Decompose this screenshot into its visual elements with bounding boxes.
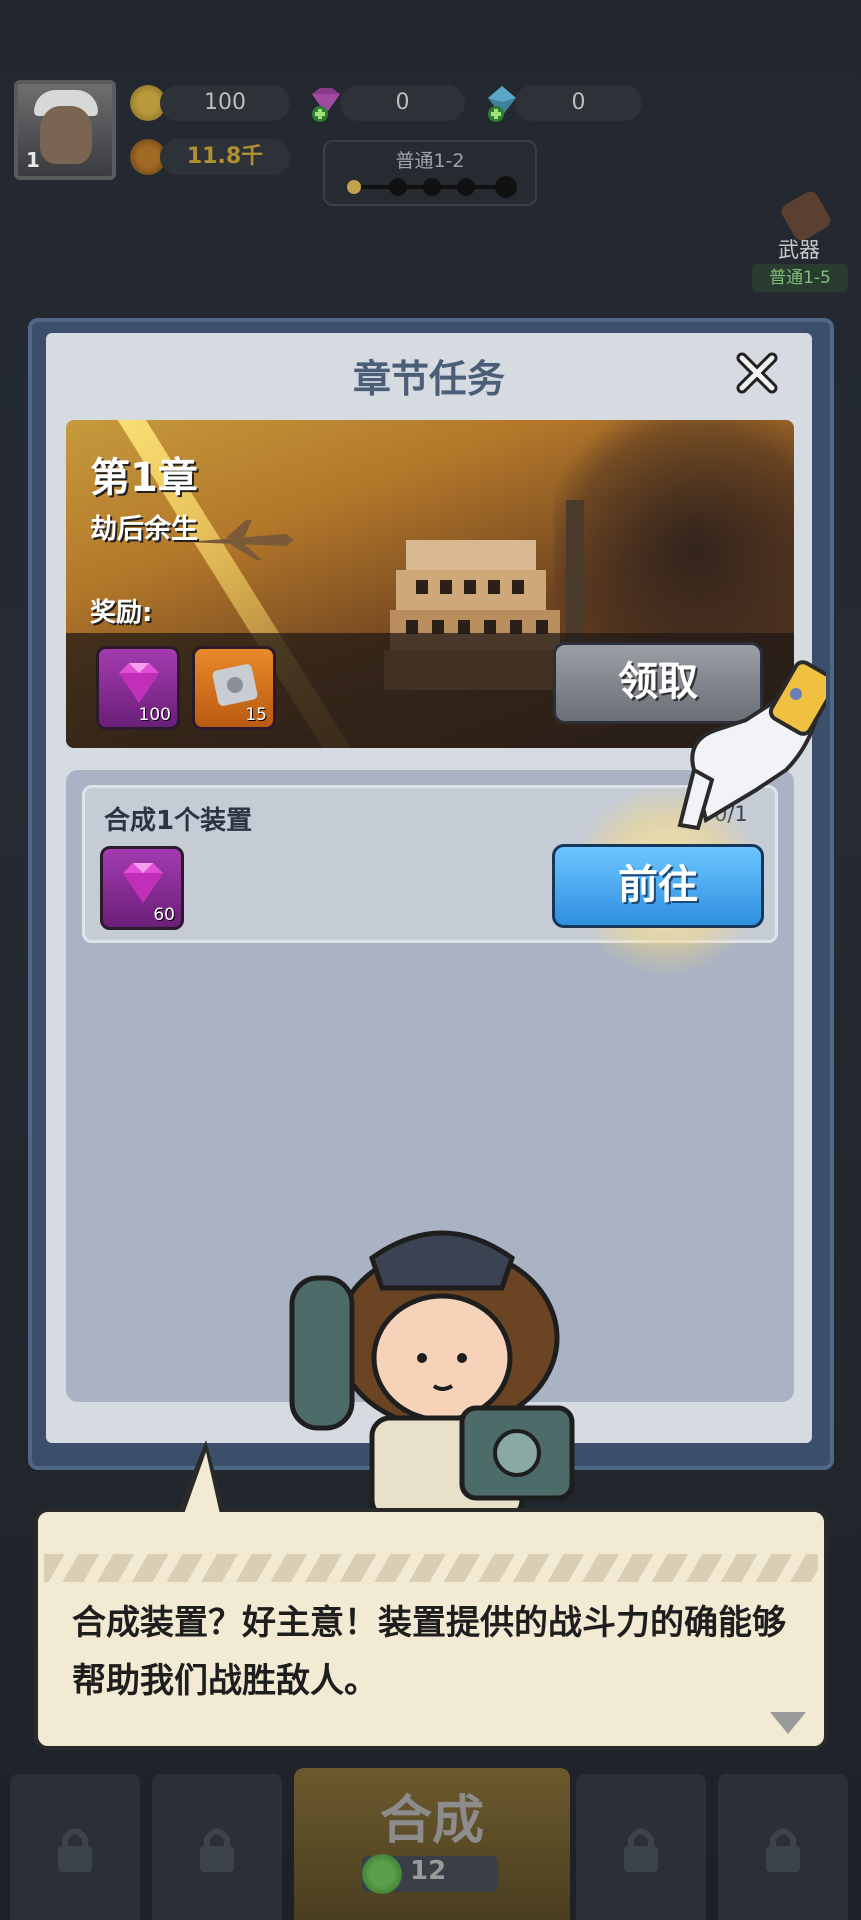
gem-count: 0 [340,85,465,121]
speech-tail-fill [184,1452,220,1514]
next-arrow-icon[interactable] [770,1712,806,1734]
stage-dot-boss [495,176,517,198]
stage-dot [389,178,407,196]
lock-icon [766,1828,800,1872]
dialogue-stripe [44,1554,818,1582]
locked-slot[interactable] [576,1774,706,1920]
lock-icon [58,1828,92,1872]
dialogue-text: 合成装置？好主意！装置提供的战斗力的确能够帮助我们战胜敌人。 [72,1603,786,1701]
coin-count: 100 [160,85,290,121]
stage-progress[interactable]: 普通1-2 [323,140,537,206]
stage-dot [457,178,475,196]
chapter-name: 劫后余生 [90,514,198,545]
energy-icon [362,1854,402,1894]
scroll-icon [212,664,258,706]
power-value: 11.8千 [160,139,290,175]
player-avatar[interactable]: 1 [14,80,116,180]
modal-title: 章节任务 [352,357,505,401]
chapter-number: 第1章 [90,455,198,501]
crystal-count: 0 [515,85,642,121]
locked-slot[interactable] [152,1774,282,1920]
gem-icon [119,663,159,703]
lock-icon [624,1828,658,1872]
gem-icon [123,863,163,903]
task-title: 合成1个装置 [104,806,253,836]
stage-dot-current [347,180,361,194]
locked-slot[interactable] [10,1774,140,1920]
avatar-face [40,106,92,164]
merge-label: 合成 [379,1791,484,1851]
merge-cost: 12 [410,1856,447,1886]
reward-qty: 60 [153,905,175,925]
operator-character [289,1230,575,1518]
airplane-silhouette [186,520,294,560]
task-reward-gem-tile[interactable]: 60 [100,846,184,930]
weapon-stage: 普通1-5 [752,264,848,292]
weapon-button[interactable]: 武器 普通1-5 [750,188,850,294]
locked-slot[interactable] [718,1774,848,1920]
reward-gem-tile[interactable]: 100 [96,646,180,730]
goto-button[interactable]: 前往 [552,844,764,928]
lock-icon [200,1828,234,1872]
weapon-label: 武器 [778,238,820,262]
stage-dot [423,178,441,196]
stage-label: 普通1-2 [395,150,465,172]
reward-qty: 100 [138,705,171,725]
reward-qty: 15 [245,705,267,725]
avatar-level: 1 [26,148,40,172]
reward-label: 奖励: [90,598,153,628]
tutorial-hand-icon [677,660,826,830]
reward-scroll-tile[interactable]: 15 [192,646,276,730]
close-icon[interactable] [732,348,782,398]
